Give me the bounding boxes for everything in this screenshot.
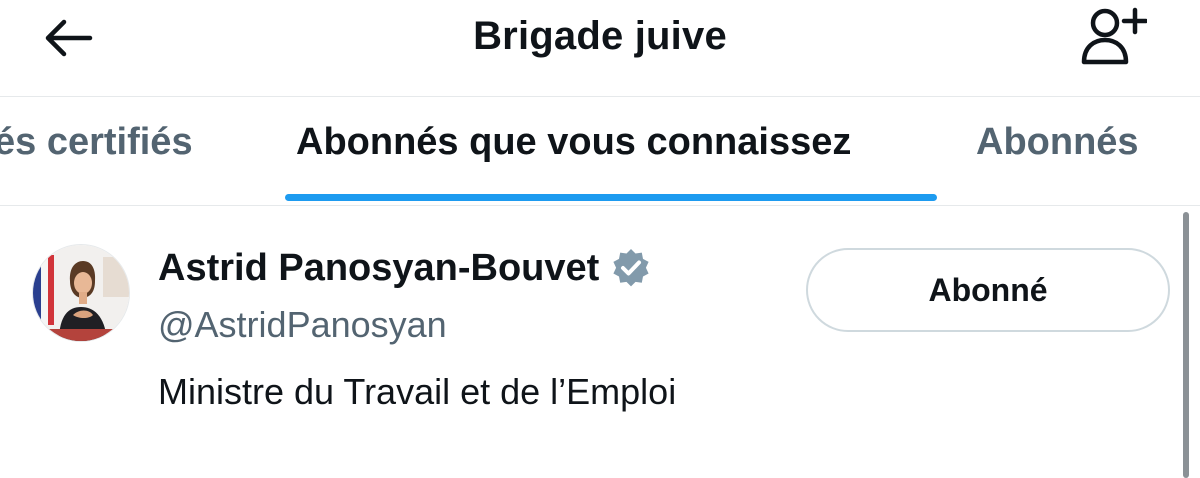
tab-followers[interactable]: Abonnés — [976, 117, 1139, 177]
avatar-photo — [33, 245, 129, 341]
arrow-left-icon — [45, 19, 93, 57]
active-tab-indicator — [285, 194, 937, 201]
tab-verified-followers[interactable]: és certifiés — [0, 117, 193, 177]
back-button[interactable] — [36, 12, 100, 64]
user-name-text: Astrid Panosyan-Bouvet — [158, 247, 600, 289]
person-add-icon — [1081, 7, 1147, 65]
page-title: Brigade juive — [473, 14, 727, 58]
user-list-item[interactable]: Astrid Panosyan-Bouvet @AstridPanosyan M… — [0, 206, 1180, 478]
verified-badge-icon — [613, 249, 649, 287]
user-name[interactable]: Astrid Panosyan-Bouvet — [158, 244, 653, 292]
following-button[interactable]: Abonné — [806, 248, 1170, 332]
tab-bar: és certifiés Abonnés que vous connaissez… — [0, 97, 1200, 206]
avatar[interactable] — [32, 244, 130, 342]
user-handle[interactable]: @AstridPanosyan — [158, 302, 447, 348]
add-follow-button[interactable] — [1076, 4, 1152, 68]
top-bar: Brigade juive — [0, 0, 1200, 97]
scrollbar[interactable] — [1183, 212, 1189, 478]
user-bio: Ministre du Travail et de l’Emploi — [158, 371, 677, 412]
tab-followers-you-know[interactable]: Abonnés que vous connaissez — [296, 117, 851, 177]
